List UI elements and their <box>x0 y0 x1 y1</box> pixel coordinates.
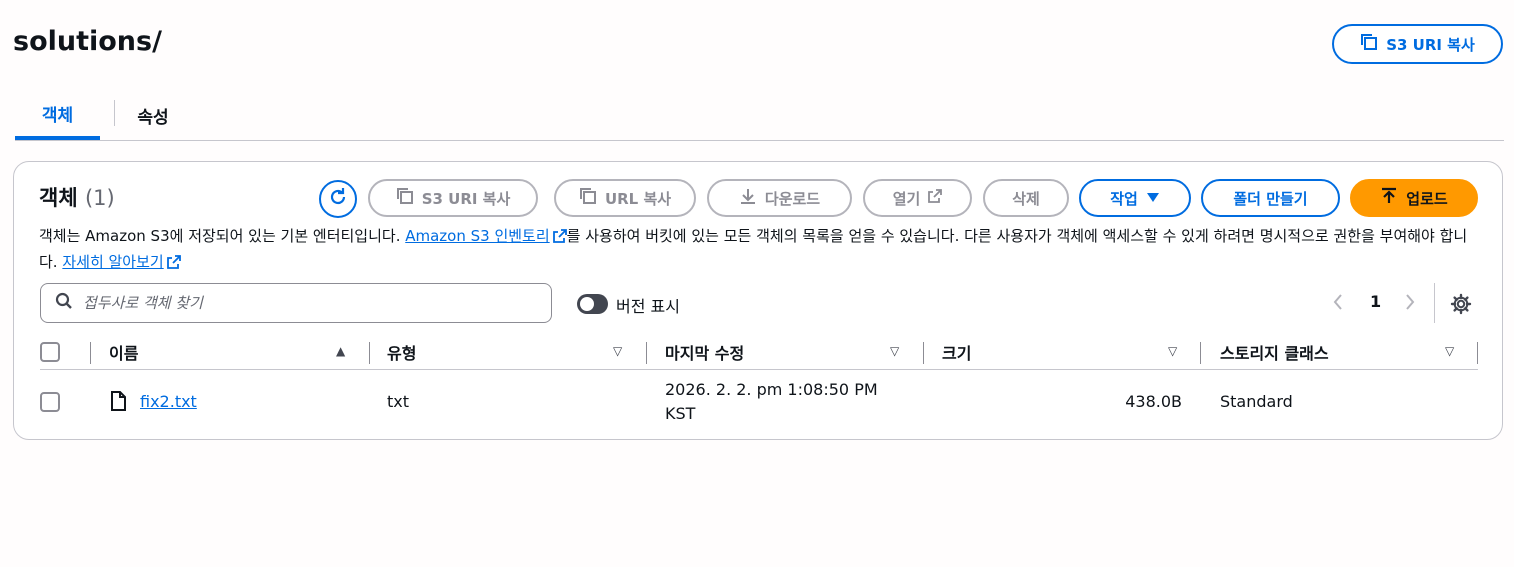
search-icon <box>55 292 73 314</box>
last-modified-line-1: 2026. 2. 2. pm 1:08:50 PM <box>665 380 878 399</box>
column-header-name[interactable]: 이름 <box>109 340 138 364</box>
external-link-icon <box>552 226 567 250</box>
column-divider <box>90 342 91 364</box>
external-link-icon <box>928 189 943 207</box>
inventory-link[interactable]: Amazon S3 인벤토리 <box>405 227 567 245</box>
column-header-type[interactable]: 유형 <box>387 340 416 364</box>
refresh-button[interactable] <box>319 180 357 218</box>
upload-icon <box>1380 187 1398 209</box>
toolbar-delete-button[interactable]: 삭제 <box>983 179 1069 217</box>
sort-ascending-icon[interactable]: ▲ <box>336 344 345 358</box>
column-divider <box>369 342 370 364</box>
description-text-1: 객체는 Amazon S3에 저장되어 있는 기본 엔터티입니다. <box>39 227 406 245</box>
column-divider <box>1200 342 1201 364</box>
show-versions-label: 버전 표시 <box>616 297 680 316</box>
tab-objects[interactable]: 객체 <box>15 90 100 140</box>
copy-icon <box>396 187 414 209</box>
toolbar-copy-s3-uri-button[interactable]: S3 URI 복사 <box>368 179 538 217</box>
file-size: 438.0B <box>1125 392 1182 411</box>
file-name-link[interactable]: fix2.txt <box>140 392 197 411</box>
search-box <box>40 283 552 323</box>
copy-s3-uri-label: S3 URI 복사 <box>1386 35 1475 54</box>
column-divider <box>923 342 924 364</box>
toolbar-actions-label: 작업 <box>1110 189 1138 208</box>
object-count: (1) <box>84 186 115 210</box>
column-divider <box>1477 342 1478 364</box>
pagination-next-button[interactable] <box>1404 292 1416 316</box>
panel-title-text: 객체 <box>39 186 78 210</box>
sort-descending-icon[interactable]: ▽ <box>613 344 622 358</box>
pagination-prev-button[interactable] <box>1332 292 1344 316</box>
copy-icon <box>579 187 597 209</box>
column-divider <box>646 342 647 364</box>
show-versions-toggle[interactable] <box>577 294 608 314</box>
copy-icon <box>1360 33 1378 55</box>
learn-more-link[interactable]: 자세히 알아보기 <box>62 253 181 271</box>
refresh-icon <box>328 187 348 211</box>
toolbar-open-label: 열기 <box>892 189 921 208</box>
storage-class: Standard <box>1220 392 1293 411</box>
toolbar-copy-url-label: URL 복사 <box>604 189 672 208</box>
file-type: txt <box>387 392 410 411</box>
toolbar-open-button[interactable]: 열기 <box>863 179 972 217</box>
select-all-checkbox[interactable] <box>40 342 60 362</box>
pagination-current-page[interactable]: 1 <box>1370 292 1381 311</box>
toolbar-download-label: 다운로드 <box>764 189 821 208</box>
row-checkbox[interactable] <box>40 392 60 412</box>
objects-description: 객체는 Amazon S3에 저장되어 있는 기본 엔터티입니다. Amazon… <box>39 224 1484 276</box>
learn-more-link-label: 자세히 알아보기 <box>62 253 164 271</box>
tab-divider <box>114 100 115 126</box>
page-title: solutions/ <box>13 26 162 57</box>
table-row: fix2.txt txt 2026. 2. 2. pm 1:08:50 PM K… <box>40 371 1478 431</box>
column-header-last-modified[interactable]: 마지막 수정 <box>665 340 744 364</box>
toolbar-create-folder-button[interactable]: 폴더 만들기 <box>1201 179 1340 217</box>
inventory-link-label: Amazon S3 인벤토리 <box>405 227 550 245</box>
toolbar-download-button[interactable]: 다운로드 <box>707 179 852 217</box>
external-link-icon <box>166 252 181 276</box>
column-header-size[interactable]: 크기 <box>942 340 971 364</box>
settings-gear-icon[interactable] <box>1450 293 1472 319</box>
file-icon <box>110 391 127 415</box>
download-icon <box>739 187 757 209</box>
caret-down-icon <box>1146 189 1160 207</box>
toolbar-upload-button[interactable]: 업로드 <box>1350 179 1478 217</box>
tab-bar: 객체 속성 <box>15 90 1504 141</box>
column-header-storage-class[interactable]: 스토리지 클래스 <box>1220 340 1329 364</box>
pagination-divider <box>1434 283 1435 323</box>
sort-descending-icon[interactable]: ▽ <box>890 344 899 358</box>
toolbar-upload-label: 업로드 <box>1406 189 1448 208</box>
objects-panel: 객체 (1) S3 URI 복사 URL 복사 다운로드 열기 삭제 작업 폴더… <box>13 161 1503 440</box>
toolbar-actions-dropdown[interactable]: 작업 <box>1079 179 1191 217</box>
table-header: 이름 ▲ 유형 ▽ 마지막 수정 ▽ 크기 ▽ 스토리지 클래스 ▽ <box>40 338 1478 370</box>
search-input[interactable] <box>83 294 523 312</box>
sort-descending-icon[interactable]: ▽ <box>1168 344 1177 358</box>
toolbar-delete-label: 삭제 <box>1012 189 1040 208</box>
toolbar-copy-url-button[interactable]: URL 복사 <box>554 179 696 217</box>
panel-title: 객체 (1) <box>39 182 115 212</box>
last-modified-line-2: KST <box>665 404 696 423</box>
sort-descending-icon[interactable]: ▽ <box>1445 344 1454 358</box>
copy-s3-uri-button[interactable]: S3 URI 복사 <box>1332 24 1503 64</box>
tab-properties[interactable]: 속성 <box>123 90 183 140</box>
toolbar-create-folder-label: 폴더 만들기 <box>1233 189 1308 208</box>
toolbar-copy-s3-uri-label: S3 URI 복사 <box>421 189 511 208</box>
